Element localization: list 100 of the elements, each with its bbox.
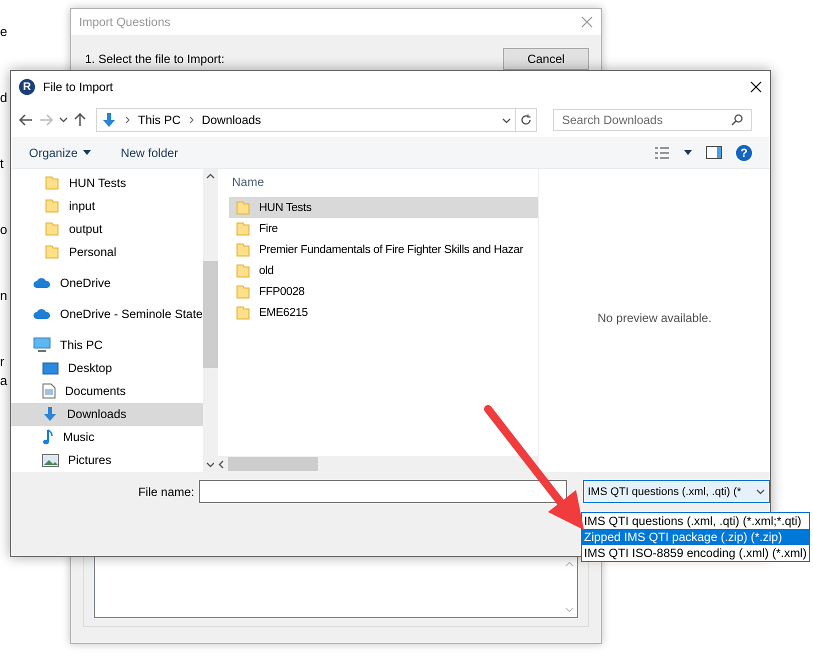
cloud-icon (33, 308, 51, 320)
search-field[interactable]: Search Downloads (553, 109, 752, 131)
nav-item[interactable]: output (11, 217, 203, 240)
file-name-field[interactable] (199, 480, 567, 503)
file-name: HUN Tests (259, 202, 312, 214)
text-fragment: t (0, 156, 4, 172)
file-row[interactable]: HUN Tests (229, 197, 538, 218)
folder-icon (44, 244, 60, 260)
back-arrow-icon[interactable] (19, 114, 33, 126)
help-button[interactable]: ? (736, 144, 752, 160)
nav-label: output (69, 222, 102, 236)
new-folder-button[interactable]: New folder (120, 146, 178, 160)
nav-item[interactable]: Desktop (11, 356, 203, 380)
folder-icon (235, 284, 251, 300)
search-icon (731, 114, 743, 126)
cloud-icon (33, 276, 51, 289)
nav-item[interactable]: OneDrive - Seminole State (11, 302, 203, 326)
breadcrumb-item[interactable]: Downloads (202, 113, 262, 127)
scrollbar-thumb[interactable] (202, 261, 218, 368)
address-bar[interactable]: This PC Downloads (96, 108, 516, 132)
file-row[interactable]: Premier Fundamentals of Fire Fighter Skills and Hazar (229, 239, 538, 260)
nav-item[interactable]: Pictures (11, 448, 203, 472)
text-fragment: o (0, 222, 8, 238)
folder-icon (44, 198, 60, 214)
recent-caret-icon (59, 117, 68, 123)
refresh-icon (520, 114, 532, 126)
column-header[interactable]: Name (214, 169, 538, 197)
up-arrow-icon[interactable] (74, 113, 86, 127)
refresh-button[interactable] (515, 108, 537, 132)
text-fragment: a (0, 373, 8, 389)
folder-icon (44, 220, 60, 237)
nav-label: This PC (60, 338, 103, 352)
preview-pane-icon[interactable] (706, 146, 722, 159)
file-row[interactable]: Fire (229, 218, 538, 239)
download-arrow-icon (42, 406, 58, 422)
pictures-icon (42, 454, 59, 467)
text-fragment: n (0, 288, 8, 304)
nav-label: input (69, 198, 96, 213)
file-row[interactable]: FFP0028 (229, 281, 538, 302)
file-name: Fire (259, 222, 278, 234)
folder-icon (235, 262, 251, 278)
dropdown-option[interactable]: Zipped IMS QTI package (.zip) (*.zip) (582, 529, 809, 545)
nav-item[interactable]: Music (11, 426, 203, 449)
nav-label: Desktop (68, 361, 112, 376)
download-arrow-icon (101, 112, 117, 128)
nav-item[interactable]: HUN Tests (11, 171, 203, 194)
file-row[interactable]: old (229, 260, 538, 281)
scroll-left-icon[interactable] (218, 460, 224, 468)
computer-icon (33, 337, 51, 353)
view-options-icon[interactable] (654, 146, 670, 160)
nav-label: OneDrive - Seminole State (60, 306, 203, 321)
breadcrumb-item[interactable]: This PC (138, 113, 181, 127)
nav-label: Music (63, 430, 94, 444)
nav-item[interactable]: Personal (11, 240, 203, 264)
step-label: 1. Select the file to Import: (85, 52, 224, 66)
file-name: EME6215 (259, 306, 308, 318)
preview-message: No preview available. (597, 310, 712, 324)
scrollbar-thumb[interactable] (228, 457, 318, 471)
nav-item[interactable]: This PC (11, 333, 203, 357)
dropdown-caret-icon (756, 488, 765, 494)
text-fragment: e (0, 24, 8, 40)
chevron-icon (188, 116, 194, 124)
caret-icon (82, 150, 91, 155)
nav-item[interactable]: input (11, 194, 203, 218)
folder-icon (235, 304, 251, 320)
nav-label: HUN Tests (69, 176, 126, 190)
nav-item[interactable]: Documents (11, 380, 203, 403)
caret-icon[interactable] (684, 150, 692, 155)
nav-label: OneDrive (60, 276, 111, 290)
nav-label: Pictures (68, 453, 112, 468)
close-icon[interactable] (750, 81, 762, 93)
window-title: Import Questions (79, 15, 170, 29)
nav-label: Downloads (67, 407, 126, 422)
folder-icon (235, 220, 251, 236)
scroll-down-icon[interactable] (206, 462, 215, 468)
text-fragment: d (0, 90, 8, 106)
folder-icon (235, 200, 251, 216)
app-icon: R (19, 79, 35, 95)
folder-icon (235, 242, 251, 258)
file-name: FFP0028 (259, 286, 305, 298)
nav-item[interactable]: OneDrive (11, 271, 203, 294)
nav-label: Personal (69, 244, 116, 259)
chevron-icon (125, 116, 130, 124)
desktop-icon (42, 362, 59, 375)
nav-item[interactable]: Downloads (11, 402, 203, 426)
dropdown-caret-icon (502, 118, 511, 124)
organize-menu[interactable]: Organize (29, 146, 91, 160)
music-note-icon (42, 429, 54, 446)
file-type-dropdown[interactable]: IMS QTI questions (.xml, .qti) (* (582, 480, 770, 503)
dropdown-option[interactable]: IMS QTI questions (.xml, .qti) (*.xml;*.qti) (582, 513, 809, 529)
file-name: Premier Fundamentals of Fire Fighter Skills and Hazar (259, 244, 524, 256)
window-title: File to Import (43, 80, 114, 94)
nav-label: Documents (65, 384, 126, 398)
dropdown-option[interactable]: IMS QTI ISO-8859 encoding (.xml) (*.xml) (582, 545, 809, 561)
file-row[interactable]: EME6215 (229, 302, 538, 323)
document-icon (42, 383, 56, 400)
folder-icon (44, 174, 60, 191)
cancel-button[interactable]: Cancel (503, 48, 589, 70)
file-name-label: File name: (137, 484, 194, 501)
scroll-up-icon[interactable] (206, 173, 215, 179)
